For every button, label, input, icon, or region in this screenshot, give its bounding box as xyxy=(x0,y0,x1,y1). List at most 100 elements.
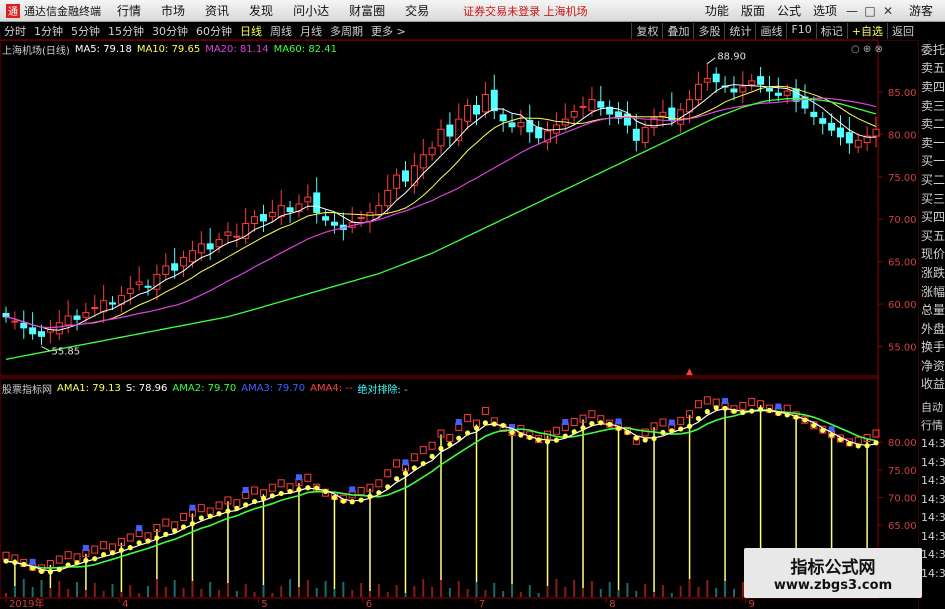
s-value: S: 78.96 xyxy=(125,382,168,394)
side-item[interactable]: 卖一 xyxy=(919,133,945,152)
side-item[interactable]: 涨幅 xyxy=(919,282,945,301)
ama1-dot xyxy=(731,408,737,414)
ama1-dot xyxy=(411,465,417,471)
candle-body xyxy=(819,118,827,124)
ama1-dot xyxy=(420,460,426,467)
indicator-block xyxy=(375,479,383,488)
candle-body xyxy=(490,89,498,112)
side-item[interactable]: 换手 xyxy=(919,338,945,357)
ama1-dot xyxy=(21,561,27,567)
indicator-block xyxy=(304,473,312,482)
ama1-dot xyxy=(172,528,178,534)
ama1-dot xyxy=(136,540,142,546)
indicator-block xyxy=(126,533,134,542)
ama1-dot xyxy=(367,493,373,499)
side-item[interactable]: 卖五 xyxy=(919,59,945,78)
ama1-dot xyxy=(713,405,719,411)
ama1-dot xyxy=(376,490,382,496)
candle-body xyxy=(810,111,818,118)
date-label: 8 xyxy=(609,599,615,609)
ama1-dot xyxy=(678,426,684,432)
indicator-blue-mark xyxy=(668,419,675,426)
watermark-url: www.zbgs3.com xyxy=(773,578,893,593)
candle-body xyxy=(517,121,525,128)
ama1-dot xyxy=(385,484,391,490)
ama1-dot xyxy=(491,421,497,427)
side-item[interactable]: 总量 xyxy=(919,300,945,319)
side-item[interactable]: 委托 xyxy=(919,40,945,59)
indicator-blue-mark xyxy=(562,419,569,426)
side-item[interactable]: 买一 xyxy=(919,152,945,171)
indicator-blue-mark xyxy=(189,504,196,511)
side-panel: 委托 卖五 卖四 卖三 卖二 卖一 买一 买二 买三 买四 买五 现价 涨跌 涨幅 总量 外盘 换手 净资 收益 自… xyxy=(918,40,945,609)
indicator-block xyxy=(588,410,596,419)
indicator-block xyxy=(197,504,205,513)
ama1-dot xyxy=(757,406,764,413)
indicator-blue-mark xyxy=(82,545,89,552)
side-item[interactable]: 卖三 xyxy=(919,96,945,115)
ama1-dot xyxy=(651,435,657,442)
side-item[interactable]: 净资 xyxy=(919,356,945,375)
indicator-block xyxy=(268,483,276,492)
ama1-dot xyxy=(571,429,577,435)
side-item[interactable]: 买三 xyxy=(919,189,945,208)
ama1-dot xyxy=(47,569,53,575)
indicator-block xyxy=(55,555,63,564)
ama1-dot xyxy=(216,511,222,517)
ma10-value: MA10: 79.65 xyxy=(136,43,201,55)
ama1-dot xyxy=(163,531,169,537)
watermark: 指标公式网 www.zbgs3.com xyxy=(744,548,922,598)
side-item[interactable]: 买四 xyxy=(919,207,945,226)
candle-body xyxy=(100,300,108,313)
indicator-name: 股票指标网 xyxy=(2,384,52,396)
indicator-blue-mark xyxy=(615,418,622,425)
order-book-list: 委托 卖五 卖四 卖三 卖二 卖一 买一 买二 买三 买四 买五 现价 涨跌 涨幅 总量 外盘 换手 净资 收益 xyxy=(919,40,945,393)
candle-body xyxy=(357,217,365,220)
candle-body xyxy=(82,312,90,318)
price-tick-label: 60.00 xyxy=(888,300,917,311)
side-item[interactable]: 收益 xyxy=(919,375,945,394)
indicator-block xyxy=(171,521,179,530)
candle-body xyxy=(659,111,667,117)
side-item[interactable]: 卖四 xyxy=(919,77,945,96)
candle-body xyxy=(748,80,756,86)
ama1-dot xyxy=(873,440,879,446)
tick-item: 自动 xyxy=(921,400,943,414)
ama1-dot xyxy=(278,490,284,497)
ama1-dot xyxy=(394,476,400,482)
ama1-dot xyxy=(837,436,844,443)
ama1-dot xyxy=(766,407,773,413)
candle-body xyxy=(783,90,791,96)
indicator-block xyxy=(215,501,223,510)
candle-body xyxy=(410,165,418,186)
candle-body xyxy=(268,211,276,218)
candle-body xyxy=(703,77,711,83)
indicator-block xyxy=(162,518,170,527)
ama1-dot xyxy=(820,427,826,433)
ama1-dot xyxy=(473,425,480,431)
chart-toggle-icons[interactable]: ○ ⊕ ⊗ xyxy=(851,44,883,55)
side-item[interactable]: 现价 xyxy=(919,245,945,264)
kline-chart[interactable]: 85.00 80.00 75.00 70.00 65.00 60.00 55.00 80.00… xyxy=(0,0,918,609)
price-tick-label: 65.00 xyxy=(888,258,917,269)
candle-body xyxy=(313,192,321,213)
indicator-block xyxy=(481,406,489,415)
side-item[interactable]: 卖二 xyxy=(919,114,945,133)
ama1-dot xyxy=(109,550,116,556)
side-item[interactable]: 买五 xyxy=(919,226,945,245)
candle-body xyxy=(694,83,702,101)
ama1-dot xyxy=(624,429,631,435)
side-item[interactable]: 买二 xyxy=(919,170,945,189)
ama1-dot xyxy=(30,565,36,571)
candle-body xyxy=(73,315,81,320)
indicator-block xyxy=(2,551,10,560)
ama1-value: AMA1: 79.13 xyxy=(57,382,121,394)
ama1-dot xyxy=(482,420,488,426)
ama1-dot xyxy=(198,515,204,521)
indicator-tick-label: 80.00 xyxy=(888,438,917,449)
side-item[interactable]: 涨跌 xyxy=(919,263,945,282)
candle-body xyxy=(375,205,383,216)
date-label: 5 xyxy=(261,599,267,609)
side-item[interactable]: 外盘 xyxy=(919,319,945,338)
price-tick-label: 80.00 xyxy=(888,130,917,141)
